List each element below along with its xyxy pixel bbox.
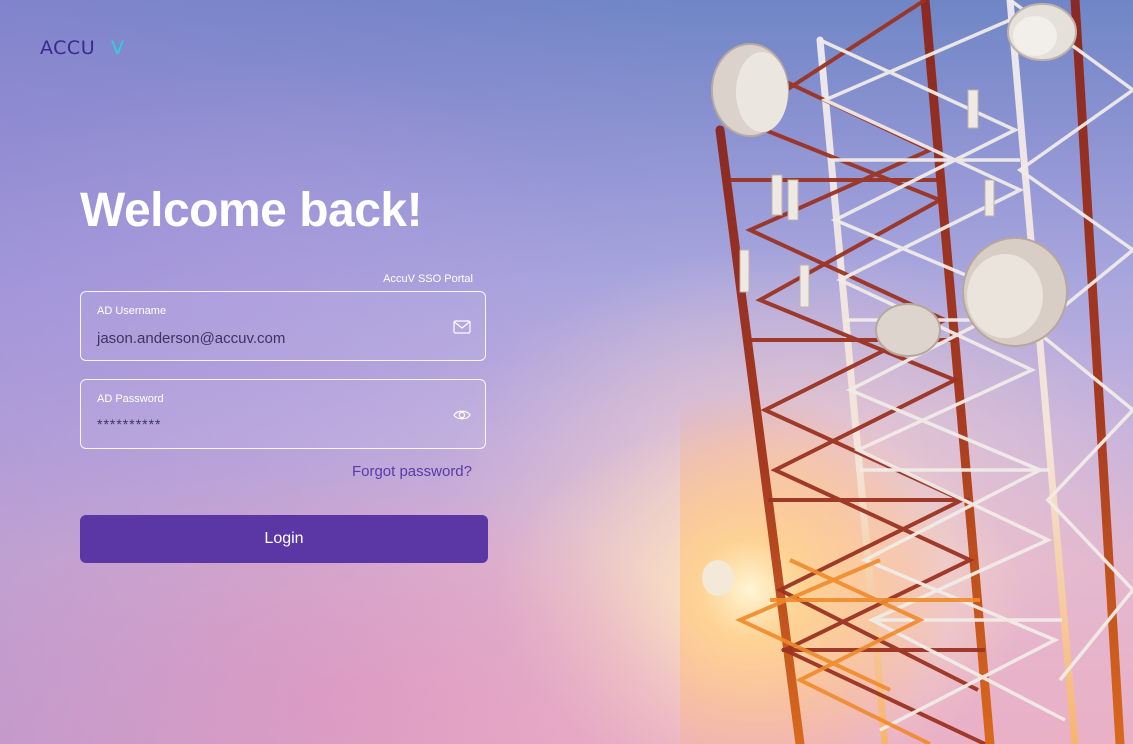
username-input[interactable]: jason.anderson@accuv.com — [97, 330, 285, 347]
svg-text:ACCU: ACCU — [40, 37, 95, 59]
portal-label: AccuV SSO Portal — [383, 273, 473, 285]
eye-icon[interactable] — [453, 407, 471, 423]
login-button[interactable]: Login — [80, 515, 488, 563]
password-label: AD Password — [97, 393, 164, 405]
password-input[interactable]: ********** — [97, 416, 161, 432]
password-field[interactable]: AD Password ********** — [80, 379, 486, 449]
mail-icon — [453, 320, 471, 334]
forgot-password-link[interactable]: Forgot password? — [80, 463, 472, 480]
page-title: Welcome back! — [80, 184, 423, 237]
accuv-logo: ACCU V — [40, 37, 124, 59]
svg-text:V: V — [111, 37, 124, 59]
username-label: AD Username — [97, 305, 167, 317]
username-field[interactable]: AD Username jason.anderson@accuv.com — [80, 291, 486, 361]
tower-background-image — [680, 0, 1133, 744]
login-page: ACCU V Welcome back! AccuV SSO Portal AD… — [0, 0, 1133, 744]
